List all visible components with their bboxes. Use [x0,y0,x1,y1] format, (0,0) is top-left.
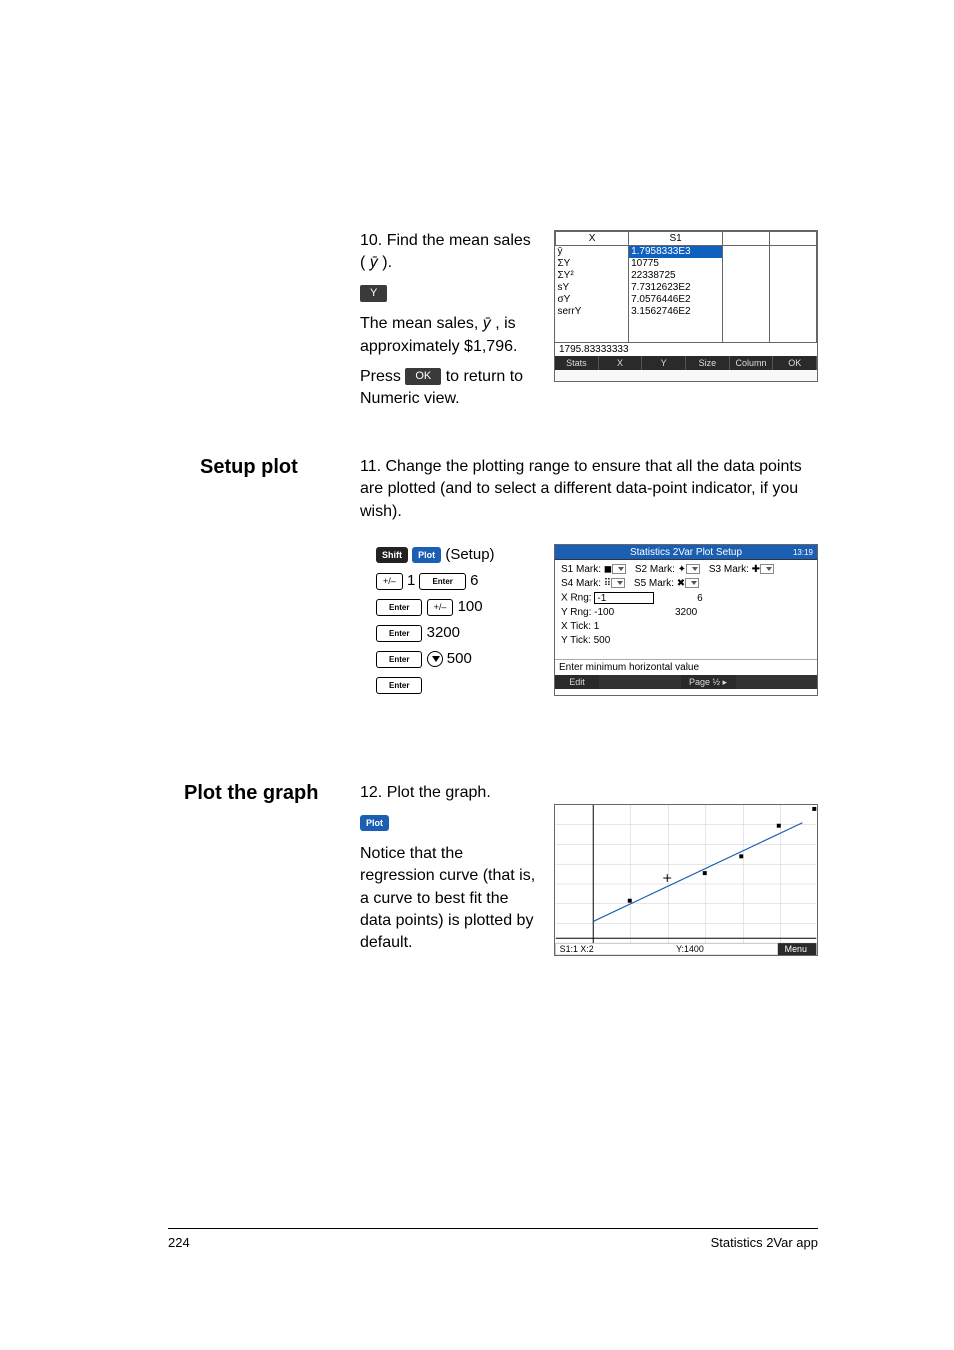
press-label: Press [360,368,405,385]
softkey-ok2[interactable]: OK [773,356,817,370]
enter-key[interactable]: Enter [376,677,422,694]
step10-instr-b: ). [382,254,392,271]
xtick-label: X Tick: 1 [561,621,811,632]
k-6: 6 [470,572,478,589]
stat-val: 1.7958333E3 [629,246,723,259]
page-footer: 224 Statistics 2Var app [168,1228,818,1250]
softkey-page[interactable]: Page ½ ▸ [681,675,736,689]
step12-instr: 12. Plot the graph. [360,782,540,804]
ybar-symbol-2: ȳ [483,313,491,335]
scatter-points [628,807,816,903]
yrng-max: 3200 [675,607,697,618]
s3-mark-label: S3 Mark: [709,564,749,575]
trace-x: S1:1 X:2 [560,944,594,954]
stat-label: σY [556,294,629,306]
k-100: 100 [458,598,483,615]
page-number: 224 [168,1235,190,1250]
plot-key[interactable]: Plot [412,547,441,563]
stat-val: 7.0576446E2 [629,294,723,306]
col-x: X [556,232,629,246]
step12-block: 12. Plot the graph. Plot Notice that the… [360,782,540,963]
softkey-column[interactable]: Column [730,356,774,370]
softkey-size[interactable]: Size [686,356,730,370]
k-1: 1 [407,572,420,589]
plot-graph-heading: Plot the graph [184,782,318,805]
softkey-y[interactable]: Y [360,285,387,302]
trace-y: Y:1400 [676,944,704,954]
xrng-label: X Rng: [561,593,592,604]
regression-line [593,823,802,922]
selected-value: 1795.83333333 [555,342,817,356]
enter-key[interactable]: Enter [376,599,422,616]
setup-plot-heading: Setup plot [200,456,298,479]
stats-numeric-screenshot: X S1 ȳ1.7958333E3 ΣY10775 ΣY²22338725 sY… [554,230,818,382]
scatter-plot-screenshot: S1:1 X:2 Y:1400 Menu [554,804,818,956]
key-sequence: Shift Plot (Setup) +/– 1 Enter 6 Enter +… [376,544,536,700]
softkey-y-dot[interactable]: Y [642,356,686,370]
s3-mark-dd[interactable] [760,564,774,574]
stat-label: ȳ [556,246,629,259]
pm-key[interactable]: +/– [427,599,454,616]
help-text: Enter minimum horizontal value [555,659,817,675]
s1-mark-label: S1 Mark: [561,564,601,575]
stat-val: 7.7312623E2 [629,282,723,294]
stat-label: ΣY² [556,270,629,282]
plot-setup-screenshot: Statistics 2Var Plot Setup 13:19 S1 Mark… [554,544,818,696]
mean-line-a: The mean sales, [360,315,483,332]
enter-key[interactable]: Enter [376,651,422,668]
stat-val: 10775 [629,258,723,270]
stat-label: sY [556,282,629,294]
stat-label: serrY [556,306,629,318]
ytick-label: Y Tick: 500 [561,635,811,646]
pm-key[interactable]: +/– [376,573,403,590]
down-arrow-icon[interactable] [427,651,443,667]
section-title: Statistics 2Var app [711,1235,818,1250]
shift-key[interactable]: Shift [376,547,408,563]
k-3200: 3200 [427,624,460,641]
s5-mark-dd[interactable] [685,578,699,588]
enter-key[interactable]: Enter [376,625,422,642]
softkey-menu: Menu [785,944,807,954]
ybar-symbol: ȳ [370,252,378,274]
s4-mark-dd[interactable] [611,578,625,588]
step12-notice: Notice that the regression curve (that i… [360,843,540,955]
plot-key-2[interactable]: Plot [360,815,389,831]
s5-mark-label: S5 Mark: [634,578,674,589]
xrng-min-field[interactable] [594,592,654,604]
enter-key[interactable]: Enter [419,573,465,590]
s2-mark-dd[interactable] [686,564,700,574]
stat-val: 22338725 [629,270,723,282]
softkey-stats[interactable]: Stats [555,356,599,370]
s4-mark-label: S4 Mark: [561,578,601,589]
col-s1: S1 [629,232,723,246]
softkey-edit[interactable]: Edit [555,675,599,689]
setup-word: (Setup) [445,546,494,563]
step11-block: 11. Change the plotting range to ensure … [360,456,819,523]
xrng-max: 6 [697,593,703,604]
k-500: 500 [447,650,472,667]
softkey-x[interactable]: X [599,356,643,370]
stat-val: 3.1562746E2 [629,306,723,318]
yrng-label: Y Rng: -100 [561,607,614,618]
clock: 13:19 [793,545,813,560]
softkey-ok[interactable]: OK [405,368,441,385]
stat-label: ΣY [556,258,629,270]
plot-setup-title: Statistics 2Var Plot Setup [630,547,742,558]
step11-text: 11. Change the plotting range to ensure … [360,458,802,520]
s1-mark-dd[interactable] [612,564,626,574]
s2-mark-label: S2 Mark: [635,564,675,575]
